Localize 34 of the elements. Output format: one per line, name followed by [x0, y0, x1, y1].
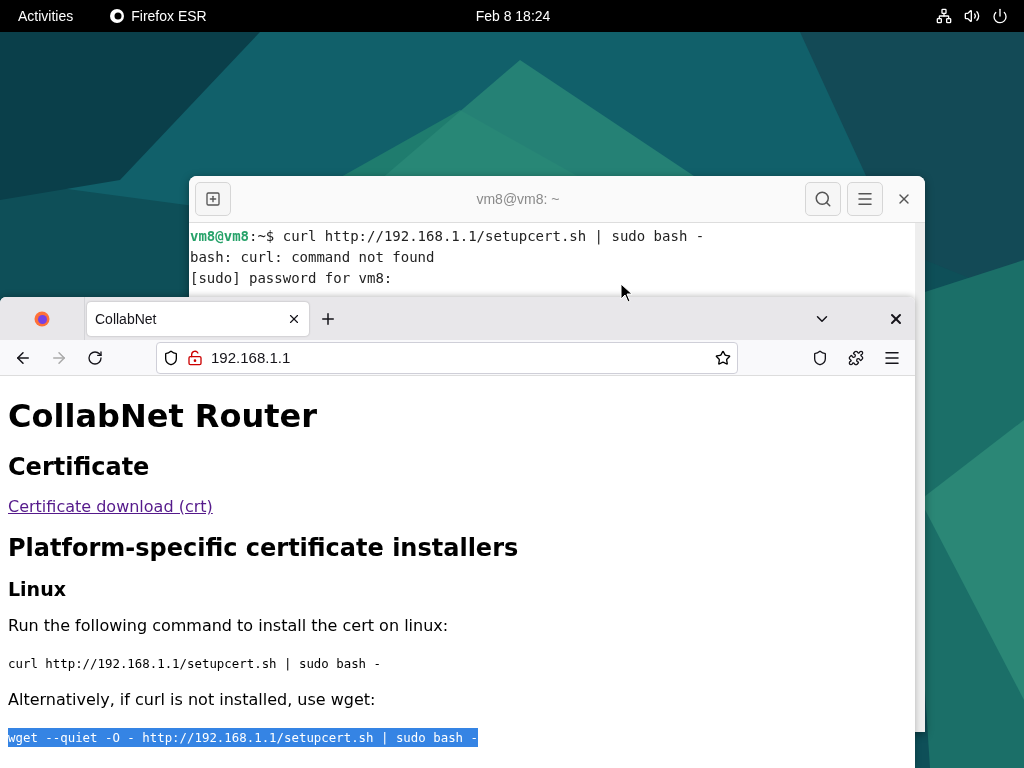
command-text: wget --quiet -O - http://192.168.1.1/setupcert.sh | sudo bash -: [8, 728, 478, 747]
download-link[interactable]: Certificate download (crt): [8, 497, 213, 516]
section-heading: Certificate: [8, 453, 151, 481]
plus-square-icon: [205, 191, 221, 207]
reload-icon[interactable]: [87, 349, 103, 366]
window-title: vm8@vm8: ~: [475, 191, 561, 207]
power-icon[interactable]: [992, 8, 1008, 24]
clock[interactable]: Feb 8 18:24: [348, 8, 678, 24]
shield-icon[interactable]: [163, 349, 179, 366]
subsection-heading: Linux: [8, 578, 67, 600]
puzzle-icon[interactable]: [848, 349, 864, 366]
menu-button[interactable]: [847, 182, 883, 216]
bookmark-star-icon[interactable]: [715, 349, 731, 366]
activities-button[interactable]: Activities: [18, 8, 74, 24]
search-button[interactable]: [805, 182, 841, 216]
volume-icon[interactable]: [964, 8, 980, 24]
menu-icon: [856, 190, 874, 208]
section-heading: Platform-specific certificate installers: [8, 534, 520, 562]
scrollbar[interactable]: [915, 223, 925, 732]
paragraph: Alternatively, if curl is not installed, use wget:: [8, 690, 377, 709]
new-tab-button[interactable]: [195, 182, 231, 216]
command-text: curl http://192.168.1.1/setupcert.sh | sudo bash -: [8, 655, 381, 673]
terminal-line: vm8@vm8:~$ curl http://192.168.1.1/setupcert.sh | sudo bash -: [190, 227, 706, 247]
page-heading: CollabNet Router: [8, 397, 318, 435]
app-menu[interactable]: Firefox ESR: [109, 8, 207, 24]
browser-tab[interactable]: CollabNet: [87, 301, 309, 336]
address-bar[interactable]: 192.168.1.1: [156, 341, 738, 374]
mouse-pointer-icon: [620, 283, 634, 303]
paragraph: Run the following command to install the cert on linux:: [8, 616, 450, 635]
search-icon: [814, 190, 832, 208]
network-icon[interactable]: [936, 8, 952, 24]
unlocked-lock-icon[interactable]: [187, 349, 203, 366]
terminal-line: [sudo] password for vm8:: [190, 269, 394, 288]
terminal-line: bash: curl: command not found: [190, 248, 436, 267]
